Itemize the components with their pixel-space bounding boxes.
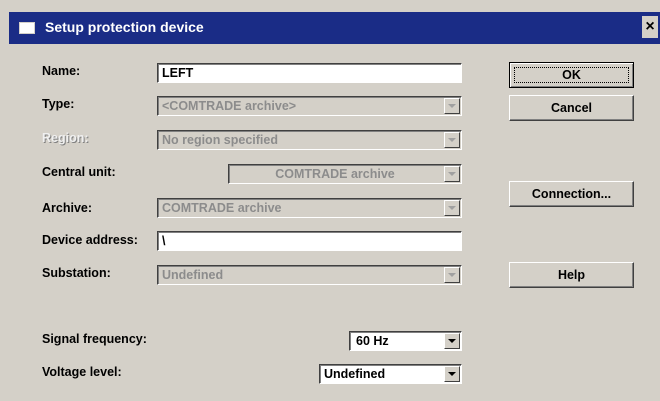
central-unit-dropdown: COMTRADE archive [228,164,462,184]
window-icon [19,22,35,34]
name-field[interactable]: LEFT [157,63,462,83]
device-address-label: Device address: [42,233,138,247]
signal-frequency-value: 60 Hz [356,334,389,348]
chevron-down-icon [444,166,460,182]
substation-value: Undefined [162,268,224,282]
chevron-down-icon [444,132,460,148]
ok-button[interactable]: OK [509,62,634,88]
region-dropdown: No region specified [157,130,462,150]
type-value: <COMTRADE archive> [162,99,297,113]
chevron-down-icon [444,98,460,114]
voltage-level-select[interactable]: Undefined [319,364,462,384]
archive-value: COMTRADE archive [162,201,282,215]
connection-button[interactable]: Connection... [509,181,634,207]
region-value: No region specified [162,133,278,147]
name-value: LEFT [162,66,194,80]
focus-rect [514,67,629,83]
window-title: Setup protection device [45,19,204,35]
chevron-down-icon[interactable] [444,366,460,382]
name-label: Name: [42,64,81,78]
device-address-value: \ [162,234,166,248]
help-button[interactable]: Help [509,262,634,288]
substation-label: Substation: [42,266,111,280]
chevron-down-icon [444,200,460,216]
central-unit-label: Central unit: [42,165,116,179]
type-dropdown: <COMTRADE archive> [157,96,462,116]
dialog-body: Name: LEFT Type: <COMTRADE archive> Regi… [9,44,660,401]
title-bar[interactable]: Setup protection device × [9,12,660,44]
region-label: Region: [42,131,89,145]
chevron-down-icon[interactable] [444,333,460,349]
cancel-button[interactable]: Cancel [509,95,634,121]
archive-label: Archive: [42,201,93,215]
voltage-level-value: Undefined [324,367,386,381]
type-label: Type: [42,97,75,111]
device-address-field[interactable]: \ [157,231,462,251]
archive-dropdown: COMTRADE archive [157,198,462,218]
central-unit-value: COMTRADE archive [275,167,395,181]
signal-frequency-select[interactable]: 60 Hz [349,331,462,351]
chevron-down-icon [444,267,460,283]
voltage-level-label: Voltage level: [42,365,122,379]
signal-frequency-label: Signal frequency: [42,332,147,346]
close-button[interactable]: × [642,16,658,38]
substation-dropdown: Undefined [157,265,462,285]
